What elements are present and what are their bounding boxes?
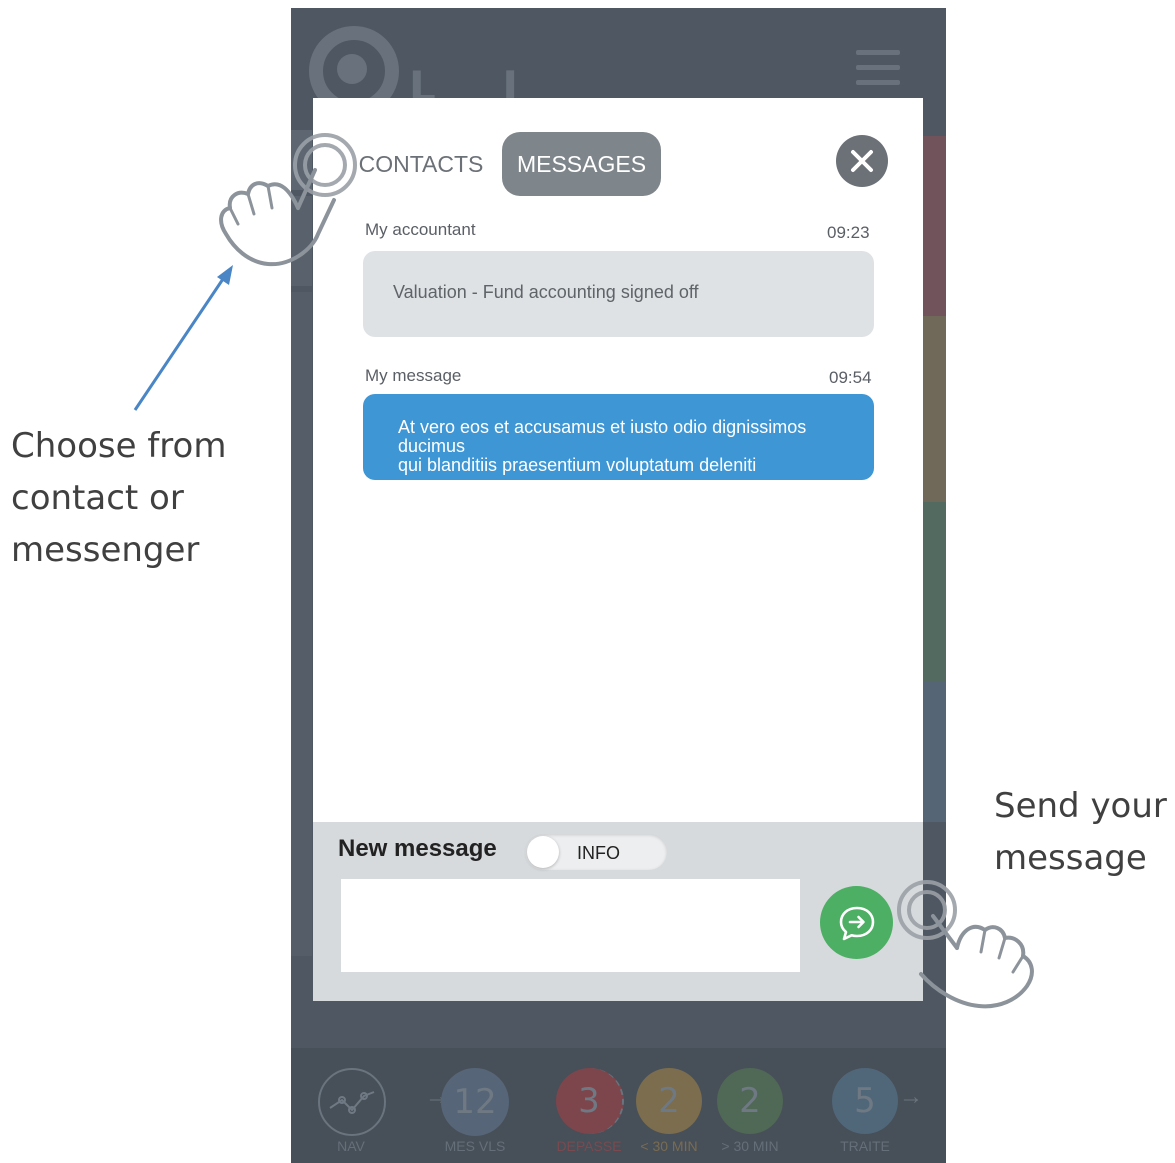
send-button[interactable] — [820, 886, 893, 959]
mes-vls-label: MES VLS — [444, 1138, 506, 1154]
annotation-line: Send your — [994, 786, 1167, 826]
annotation-send: Send your message — [994, 780, 1175, 884]
mes-vls-button[interactable]: 12 — [441, 1068, 509, 1136]
annotation-line: messenger — [11, 530, 200, 570]
close-button[interactable] — [836, 135, 888, 187]
arrow-icon: → — [899, 1083, 923, 1110]
message-bubble-outgoing: At vero eos et accusamus et iusto odio d… — [363, 394, 874, 480]
message-sender: My accountant — [365, 220, 476, 239]
depasse-button[interactable]: 3 — [556, 1068, 624, 1134]
tap-hand-icon — [219, 133, 357, 267]
message-bubble-incoming: Valuation - Fund accounting signed off — [363, 251, 874, 337]
status-strip-green — [921, 502, 946, 682]
traite-label: TRAITE — [840, 1138, 890, 1154]
toggle-knob — [527, 836, 559, 868]
hamburger-menu-icon[interactable] — [856, 50, 900, 86]
over-30-min-label: > 30 MIN — [721, 1138, 779, 1154]
messages-modal: CONTACTS MESSAGES My accountant 09:23 Va… — [313, 98, 923, 1001]
message-input[interactable] — [341, 879, 800, 972]
tab-contacts[interactable]: CONTACTS — [355, 132, 487, 196]
status-strip-orange — [921, 316, 946, 502]
close-icon — [851, 150, 873, 172]
tab-messages[interactable]: MESSAGES — [502, 132, 661, 196]
over-30-min-button[interactable]: 2 — [717, 1068, 783, 1134]
left-strip — [291, 292, 312, 956]
send-message-icon — [839, 906, 874, 940]
nav-button[interactable] — [318, 1068, 386, 1136]
nav-label: NAV — [337, 1138, 365, 1154]
chart-line-icon — [329, 1091, 375, 1114]
traite-button[interactable]: 5 — [832, 1068, 898, 1134]
compose-area: New message INFO — [313, 822, 923, 1001]
annotation-choose: Choose from contact or messenger — [11, 420, 271, 576]
message-time: 09:23 — [827, 223, 870, 242]
new-message-label: New message — [338, 835, 497, 862]
info-toggle[interactable]: INFO — [525, 834, 667, 870]
message-text: Valuation - Fund accounting signed off — [393, 282, 699, 302]
annotation-line: Choose from — [11, 426, 227, 466]
under-30-min-button[interactable]: 2 — [636, 1068, 702, 1134]
logo-dot — [337, 54, 367, 84]
message-sender: My message — [365, 366, 462, 385]
tap-hand-icon — [897, 880, 1034, 1009]
toggle-label: INFO — [577, 843, 620, 863]
message-text-line: At vero eos et accusamus et iusto odio d… — [398, 417, 807, 456]
status-strip-red — [921, 136, 946, 316]
message-time: 09:54 — [829, 368, 872, 387]
status-strip-blue — [921, 682, 946, 822]
message-text-line: qui blanditiis praesentium voluptatum de… — [398, 455, 757, 475]
annotation-line: contact or — [11, 478, 184, 518]
bottom-nav-bar: NAV → 12 MES VLS 3 DEPASSE 2 < 30 MIN 2 … — [291, 1048, 946, 1163]
